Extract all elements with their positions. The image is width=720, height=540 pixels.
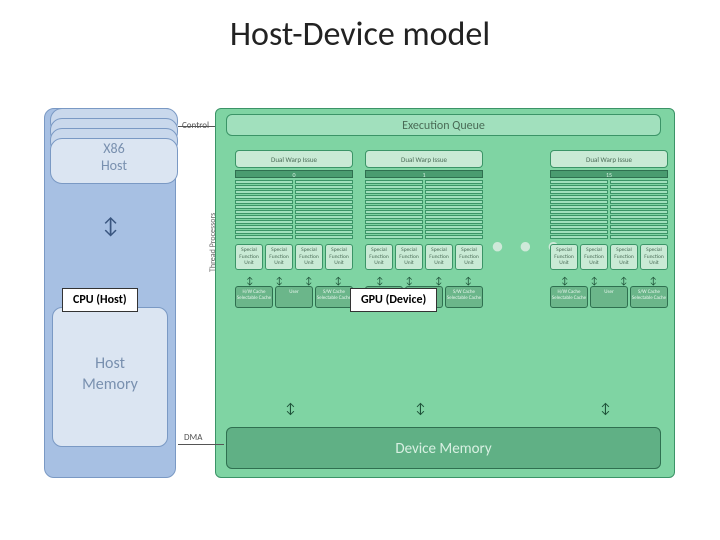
lanes (365, 180, 483, 240)
sm-block: Dual Warp Issue 1 Special Function Unit … (365, 150, 483, 385)
func-unit: Special Function Unit (395, 244, 423, 270)
dma-line (178, 444, 224, 445)
host-mem-label-1: Host (53, 354, 167, 375)
func-unit: Special Function Unit (550, 244, 578, 270)
func-unit: Special Function Unit (580, 244, 608, 270)
execution-queue: Execution Queue (226, 114, 661, 136)
arrow-icon: ↕ (600, 400, 611, 417)
warp-issue: Dual Warp Issue (550, 150, 668, 168)
func-unit: Special Function Unit (640, 244, 668, 270)
cpu-front: X86 Host (50, 138, 178, 184)
cache-sw: S/W Cache Selectable Cache (445, 286, 483, 308)
sm-index: 15 (550, 170, 668, 178)
sm-index: 0 (235, 170, 353, 178)
arrow-row: ↕↕↕↕ (365, 274, 483, 284)
cache-hw: H/W Cache Selectable Cache (235, 286, 273, 308)
slide-title: Host-Device model (0, 0, 720, 55)
lanes (550, 180, 668, 240)
func-unit: Special Function Unit (235, 244, 263, 270)
warp-issue: Dual Warp Issue (365, 150, 483, 168)
cache-sw: S/W Cache Selectable Cache (315, 286, 353, 308)
device-memory: Device Memory (226, 427, 661, 469)
cache-sw: S/W Cache Selectable Cache (630, 286, 668, 308)
dma-label: DMA (184, 432, 202, 443)
warp-issue: Dual Warp Issue (235, 150, 353, 168)
cache-user: User (590, 286, 628, 308)
func-unit: Special Function Unit (295, 244, 323, 270)
cache-user: User (275, 286, 313, 308)
func-unit: Special Function Unit (365, 244, 393, 270)
arrow-icon: ↕ (415, 400, 426, 417)
sm-block: Dual Warp Issue 15 Special Function Unit… (550, 150, 668, 385)
cpu-label-1: X86 (51, 141, 177, 158)
func-unit: Special Function Unit (455, 244, 483, 270)
func-unit: Special Function Unit (610, 244, 638, 270)
diagram: X86 Host ↕ Host Memory Control Thread Pr… (40, 102, 680, 502)
cpu-stack: X86 Host (50, 108, 178, 172)
arrow-row: ↕↕↕↕ (235, 274, 353, 284)
gpu-callout: GPU (Device) (350, 288, 437, 312)
arrow-row: ↕↕↕↕ (550, 274, 668, 284)
cpu-label-2: Host (51, 158, 177, 175)
func-unit: Special Function Unit (325, 244, 353, 270)
sm-index: 1 (365, 170, 483, 178)
func-unit: Special Function Unit (425, 244, 453, 270)
func-unit: Special Function Unit (265, 244, 293, 270)
host-mem-label-2: Memory (53, 375, 167, 396)
arrow-icon: ↕ (102, 212, 119, 239)
cpu-callout: CPU (Host) (62, 288, 138, 312)
sm-block: Dual Warp Issue 0 Special Function Unit … (235, 150, 353, 385)
arrow-icon: ↕ (285, 400, 296, 417)
host-memory: Host Memory (52, 307, 168, 447)
cache-hw: H/W Cache Selectable Cache (550, 286, 588, 308)
lanes (235, 180, 353, 240)
